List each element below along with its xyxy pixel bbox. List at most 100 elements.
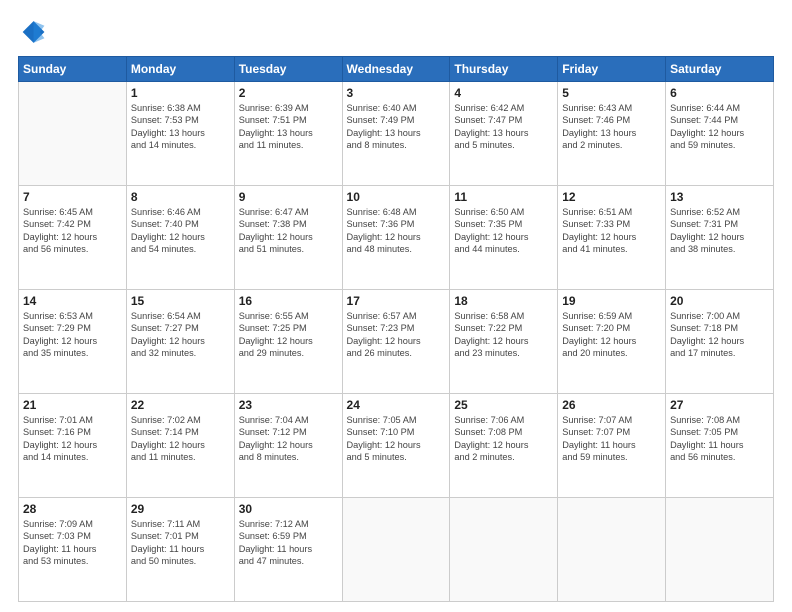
calendar-cell: 18Sunrise: 6:58 AMSunset: 7:22 PMDayligh… — [450, 290, 558, 394]
daylight-text-2: and 47 minutes. — [239, 555, 338, 567]
sunset-text: Sunset: 6:59 PM — [239, 530, 338, 542]
daylight-text: Daylight: 11 hours — [23, 543, 122, 555]
calendar-week-row: 1Sunrise: 6:38 AMSunset: 7:53 PMDaylight… — [19, 82, 774, 186]
day-number: 17 — [347, 294, 446, 308]
daylight-text: Daylight: 12 hours — [23, 439, 122, 451]
day-number: 28 — [23, 502, 122, 516]
day-number: 7 — [23, 190, 122, 204]
daylight-text: Daylight: 12 hours — [239, 439, 338, 451]
sunrise-text: Sunrise: 7:11 AM — [131, 518, 230, 530]
calendar-cell: 30Sunrise: 7:12 AMSunset: 6:59 PMDayligh… — [234, 498, 342, 602]
sunrise-text: Sunrise: 6:50 AM — [454, 206, 553, 218]
sunrise-text: Sunrise: 6:39 AM — [239, 102, 338, 114]
day-number: 10 — [347, 190, 446, 204]
sunrise-text: Sunrise: 6:43 AM — [562, 102, 661, 114]
sunset-text: Sunset: 7:03 PM — [23, 530, 122, 542]
sunset-text: Sunset: 7:20 PM — [562, 322, 661, 334]
day-number: 21 — [23, 398, 122, 412]
weekday-header: Tuesday — [234, 57, 342, 82]
sunrise-text: Sunrise: 7:00 AM — [670, 310, 769, 322]
daylight-text-2: and 5 minutes. — [454, 139, 553, 151]
calendar-cell: 14Sunrise: 6:53 AMSunset: 7:29 PMDayligh… — [19, 290, 127, 394]
sunset-text: Sunset: 7:14 PM — [131, 426, 230, 438]
day-number: 20 — [670, 294, 769, 308]
sunrise-text: Sunrise: 6:45 AM — [23, 206, 122, 218]
daylight-text: Daylight: 12 hours — [131, 439, 230, 451]
calendar-cell: 16Sunrise: 6:55 AMSunset: 7:25 PMDayligh… — [234, 290, 342, 394]
day-number: 29 — [131, 502, 230, 516]
daylight-text-2: and 35 minutes. — [23, 347, 122, 359]
sunset-text: Sunset: 7:31 PM — [670, 218, 769, 230]
daylight-text: Daylight: 12 hours — [347, 231, 446, 243]
daylight-text-2: and 56 minutes. — [23, 243, 122, 255]
sunrise-text: Sunrise: 7:04 AM — [239, 414, 338, 426]
calendar-cell: 8Sunrise: 6:46 AMSunset: 7:40 PMDaylight… — [126, 186, 234, 290]
daylight-text-2: and 41 minutes. — [562, 243, 661, 255]
day-number: 27 — [670, 398, 769, 412]
sunset-text: Sunset: 7:46 PM — [562, 114, 661, 126]
sunrise-text: Sunrise: 7:05 AM — [347, 414, 446, 426]
sunset-text: Sunset: 7:23 PM — [347, 322, 446, 334]
calendar-week-row: 7Sunrise: 6:45 AMSunset: 7:42 PMDaylight… — [19, 186, 774, 290]
page: SundayMondayTuesdayWednesdayThursdayFrid… — [0, 0, 792, 612]
daylight-text: Daylight: 12 hours — [454, 231, 553, 243]
sunset-text: Sunset: 7:33 PM — [562, 218, 661, 230]
sunset-text: Sunset: 7:36 PM — [347, 218, 446, 230]
daylight-text-2: and 51 minutes. — [239, 243, 338, 255]
daylight-text: Daylight: 12 hours — [23, 335, 122, 347]
sunrise-text: Sunrise: 6:48 AM — [347, 206, 446, 218]
calendar-cell — [19, 82, 127, 186]
daylight-text-2: and 2 minutes. — [562, 139, 661, 151]
daylight-text: Daylight: 12 hours — [239, 231, 338, 243]
daylight-text-2: and 38 minutes. — [670, 243, 769, 255]
daylight-text: Daylight: 12 hours — [23, 231, 122, 243]
day-number: 8 — [131, 190, 230, 204]
daylight-text-2: and 56 minutes. — [670, 451, 769, 463]
sunrise-text: Sunrise: 6:42 AM — [454, 102, 553, 114]
sunrise-text: Sunrise: 6:55 AM — [239, 310, 338, 322]
calendar-cell: 6Sunrise: 6:44 AMSunset: 7:44 PMDaylight… — [666, 82, 774, 186]
day-number: 24 — [347, 398, 446, 412]
calendar-cell: 2Sunrise: 6:39 AMSunset: 7:51 PMDaylight… — [234, 82, 342, 186]
calendar-cell: 7Sunrise: 6:45 AMSunset: 7:42 PMDaylight… — [19, 186, 127, 290]
calendar-cell: 17 Sunrise: 6:57 AMSunset: 7:23 PMDayligh… — [342, 290, 450, 394]
day-number: 4 — [454, 86, 553, 100]
daylight-text: Daylight: 11 hours — [670, 439, 769, 451]
calendar-cell: 5Sunrise: 6:43 AMSunset: 7:46 PMDaylight… — [558, 82, 666, 186]
day-number: 3 — [347, 86, 446, 100]
day-number: 9 — [239, 190, 338, 204]
sunrise-text: Sunrise: 7:06 AM — [454, 414, 553, 426]
calendar-week-row: 14Sunrise: 6:53 AMSunset: 7:29 PMDayligh… — [19, 290, 774, 394]
calendar-cell: 11Sunrise: 6:50 AMSunset: 7:35 PMDayligh… — [450, 186, 558, 290]
calendar-cell: 28Sunrise: 7:09 AMSunset: 7:03 PMDayligh… — [19, 498, 127, 602]
calendar-week-row: 21Sunrise: 7:01 AMSunset: 7:16 PMDayligh… — [19, 394, 774, 498]
daylight-text-2: and 8 minutes. — [347, 139, 446, 151]
daylight-text-2: and 59 minutes. — [562, 451, 661, 463]
sunrise-text: Sunrise: 6:57 AM — [347, 310, 446, 322]
calendar-cell: 24Sunrise: 7:05 AMSunset: 7:10 PMDayligh… — [342, 394, 450, 498]
daylight-text: Daylight: 13 hours — [347, 127, 446, 139]
calendar-cell: 21Sunrise: 7:01 AMSunset: 7:16 PMDayligh… — [19, 394, 127, 498]
sunrise-text: Sunrise: 6:53 AM — [23, 310, 122, 322]
day-number: 16 — [239, 294, 338, 308]
day-number: 12 — [562, 190, 661, 204]
sunset-text: Sunset: 7:49 PM — [347, 114, 446, 126]
daylight-text-2: and 5 minutes. — [347, 451, 446, 463]
day-number: 25 — [454, 398, 553, 412]
daylight-text: Daylight: 12 hours — [347, 335, 446, 347]
calendar-cell: 25Sunrise: 7:06 AMSunset: 7:08 PMDayligh… — [450, 394, 558, 498]
sunrise-text: Sunrise: 6:52 AM — [670, 206, 769, 218]
daylight-text: Daylight: 12 hours — [562, 231, 661, 243]
day-number: 1 — [131, 86, 230, 100]
sunrise-text: Sunrise: 6:44 AM — [670, 102, 769, 114]
logo-icon — [18, 18, 46, 46]
calendar-cell: 19Sunrise: 6:59 AMSunset: 7:20 PMDayligh… — [558, 290, 666, 394]
daylight-text: Daylight: 12 hours — [670, 231, 769, 243]
calendar-cell — [450, 498, 558, 602]
weekday-header: Monday — [126, 57, 234, 82]
calendar-cell: 3Sunrise: 6:40 AMSunset: 7:49 PMDaylight… — [342, 82, 450, 186]
sunrise-text: Sunrise: 6:54 AM — [131, 310, 230, 322]
sunrise-text: Sunrise: 7:01 AM — [23, 414, 122, 426]
sunrise-text: Sunrise: 7:02 AM — [131, 414, 230, 426]
sunset-text: Sunset: 7:40 PM — [131, 218, 230, 230]
